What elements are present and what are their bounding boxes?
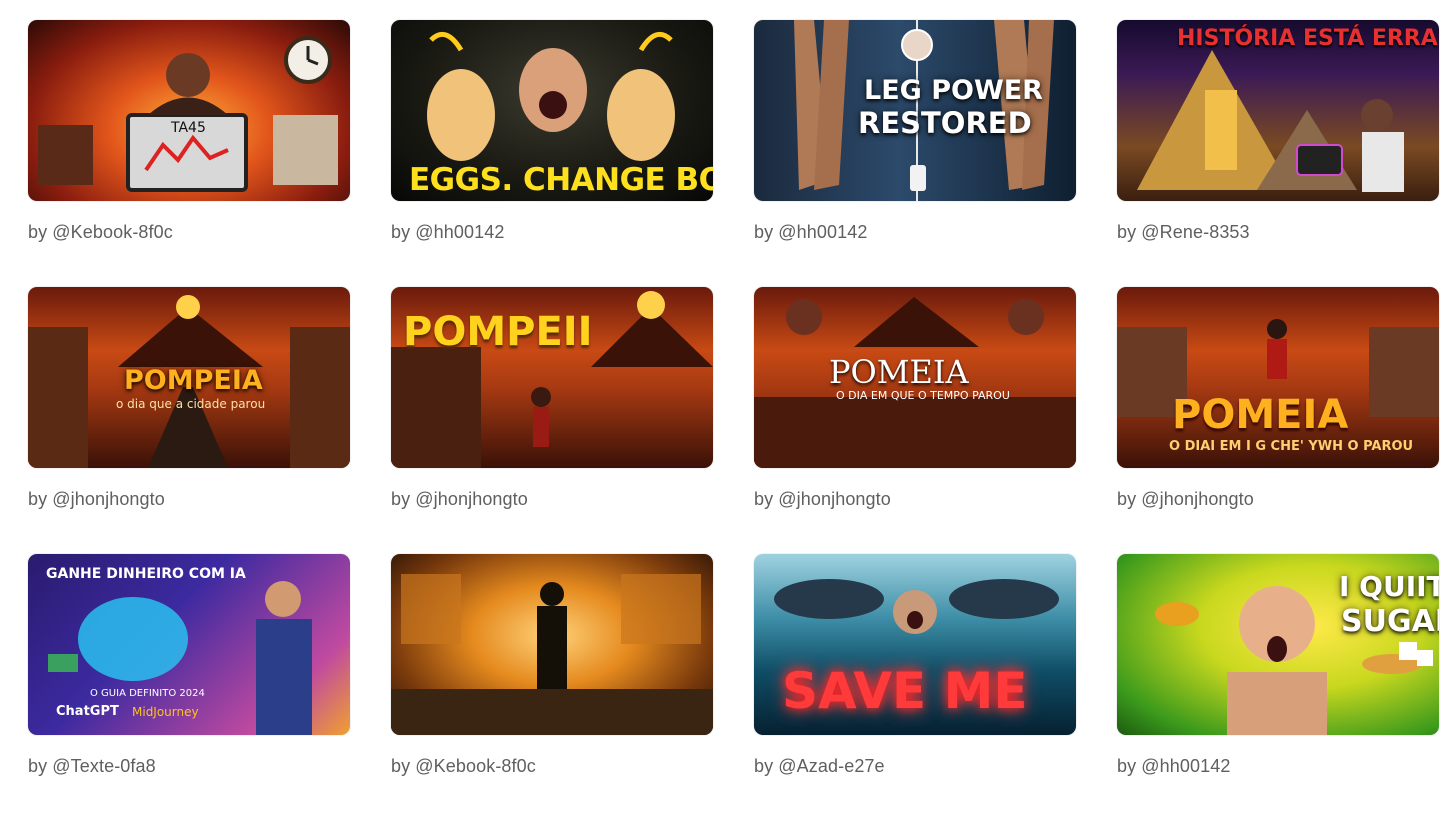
thumbnail-image[interactable]: I QUIIT SUGAR! <box>1117 554 1439 735</box>
gallery-card[interactable]: POMEIA O DIA EM QUE O TEMPO PAROU by @jh… <box>754 287 1076 554</box>
thumbnail-subtext: O DIAI EM I G CHE' YWH O PAROU <box>1169 439 1414 454</box>
thumbnail-text: GANHE DINHEIRO COM IA <box>46 566 246 582</box>
silhouette-illustration <box>391 574 713 735</box>
thumbnail-text: POMPEIA <box>124 365 263 396</box>
thumbnail-image[interactable]: EGGS. CHANGE BODY <box>391 20 713 201</box>
thumbnail-image[interactable]: SAVE ME <box>754 554 1076 735</box>
author-label[interactable]: by @jhonjhongto <box>28 489 165 510</box>
chatgpt-badge: ChatGPT <box>56 704 119 719</box>
thumbnail-subtext: O GUIA DEFINITO 2024 <box>90 688 205 699</box>
thumbnail-image[interactable] <box>391 554 713 735</box>
author-label[interactable]: by @Texte-0fa8 <box>28 756 156 777</box>
gallery-card[interactable]: EGGS. CHANGE BODY by @hh00142 <box>391 20 713 287</box>
thumbnail-image[interactable]: POMPEII <box>391 287 713 468</box>
thumbnail-subtext: O DIA EM QUE O TEMPO PAROU <box>836 389 1010 402</box>
thumbnail-image[interactable]: POMPEIA o dia que a cidade parou <box>28 287 350 468</box>
thumbnail-subtext: o dia que a cidade parou <box>116 397 266 411</box>
author-label[interactable]: by @Kebook-8f0c <box>28 222 173 243</box>
author-label[interactable]: by @hh00142 <box>391 222 504 243</box>
thumbnail-gallery: TA45 by @Kebook-8f0c EGGS. CHANGE BODY b… <box>28 20 1439 821</box>
thumbnail-text: SAVE ME <box>782 662 1028 720</box>
thumbnail-image[interactable]: POMEIA O DIA EM QUE O TEMPO PAROU <box>754 287 1076 468</box>
finance-crash-illustration <box>38 36 338 192</box>
author-label[interactable]: by @hh00142 <box>1117 756 1230 777</box>
thumbnail-image[interactable]: TA45 <box>28 20 350 201</box>
thumbnail-text: HISTÓRIA ESTÁ ERRADA <box>1177 26 1439 51</box>
thumbnail-text: SUGAR! <box>1341 604 1439 639</box>
gallery-card[interactable]: I QUIIT SUGAR! by @hh00142 <box>1117 554 1439 821</box>
thumbnail-image[interactable]: LEG POWER RESTORED <box>754 20 1076 201</box>
author-label[interactable]: by @jhonjhongto <box>391 489 528 510</box>
author-label[interactable]: by @jhonjhongto <box>1117 489 1254 510</box>
thumbnail-text: POMEIA <box>1172 392 1349 438</box>
author-label[interactable]: by @Rene-8353 <box>1117 222 1250 243</box>
gallery-card[interactable]: LEG POWER RESTORED by @hh00142 <box>754 20 1076 287</box>
midjourney-badge: MidJourney <box>132 705 199 719</box>
gallery-card[interactable]: POMPEIA o dia que a cidade parou by @jho… <box>28 287 350 554</box>
thumbnail-text: I QUIIT <box>1339 570 1439 603</box>
gallery-card[interactable]: HISTÓRIA ESTÁ ERRADA by @Rene-8353 <box>1117 20 1439 287</box>
thumbnail-image[interactable]: POMEIA O DIAI EM I G CHE' YWH O PAROU <box>1117 287 1439 468</box>
thumbnail-text: LEG POWER <box>864 75 1043 106</box>
author-label[interactable]: by @Kebook-8f0c <box>391 756 536 777</box>
thumbnail-text: POMEIA <box>829 353 969 391</box>
thumbnail-text: POMPEII <box>403 309 593 355</box>
gallery-card[interactable]: POMPEII by @jhonjhongto <box>391 287 713 554</box>
thumbnail-image[interactable]: GANHE DINHEIRO COM IA O GUIA DEFINITO 20… <box>28 554 350 735</box>
gallery-card[interactable]: SAVE ME by @Azad-e27e <box>754 554 1076 821</box>
thumbnail-text: TA45 <box>171 120 206 136</box>
thumbnail-text: RESTORED <box>858 106 1032 140</box>
gallery-card[interactable]: TA45 by @Kebook-8f0c <box>28 20 350 287</box>
gallery-card[interactable]: POMEIA O DIAI EM I G CHE' YWH O PAROU by… <box>1117 287 1439 554</box>
author-label[interactable]: by @hh00142 <box>754 222 867 243</box>
author-label[interactable]: by @Azad-e27e <box>754 756 885 777</box>
author-label[interactable]: by @jhonjhongto <box>754 489 891 510</box>
thumbnail-image[interactable]: HISTÓRIA ESTÁ ERRADA <box>1117 20 1439 201</box>
thumbnail-text: EGGS. CHANGE BODY <box>409 162 713 198</box>
gallery-card[interactable]: by @Kebook-8f0c <box>391 554 713 821</box>
gallery-card[interactable]: GANHE DINHEIRO COM IA O GUIA DEFINITO 20… <box>28 554 350 821</box>
